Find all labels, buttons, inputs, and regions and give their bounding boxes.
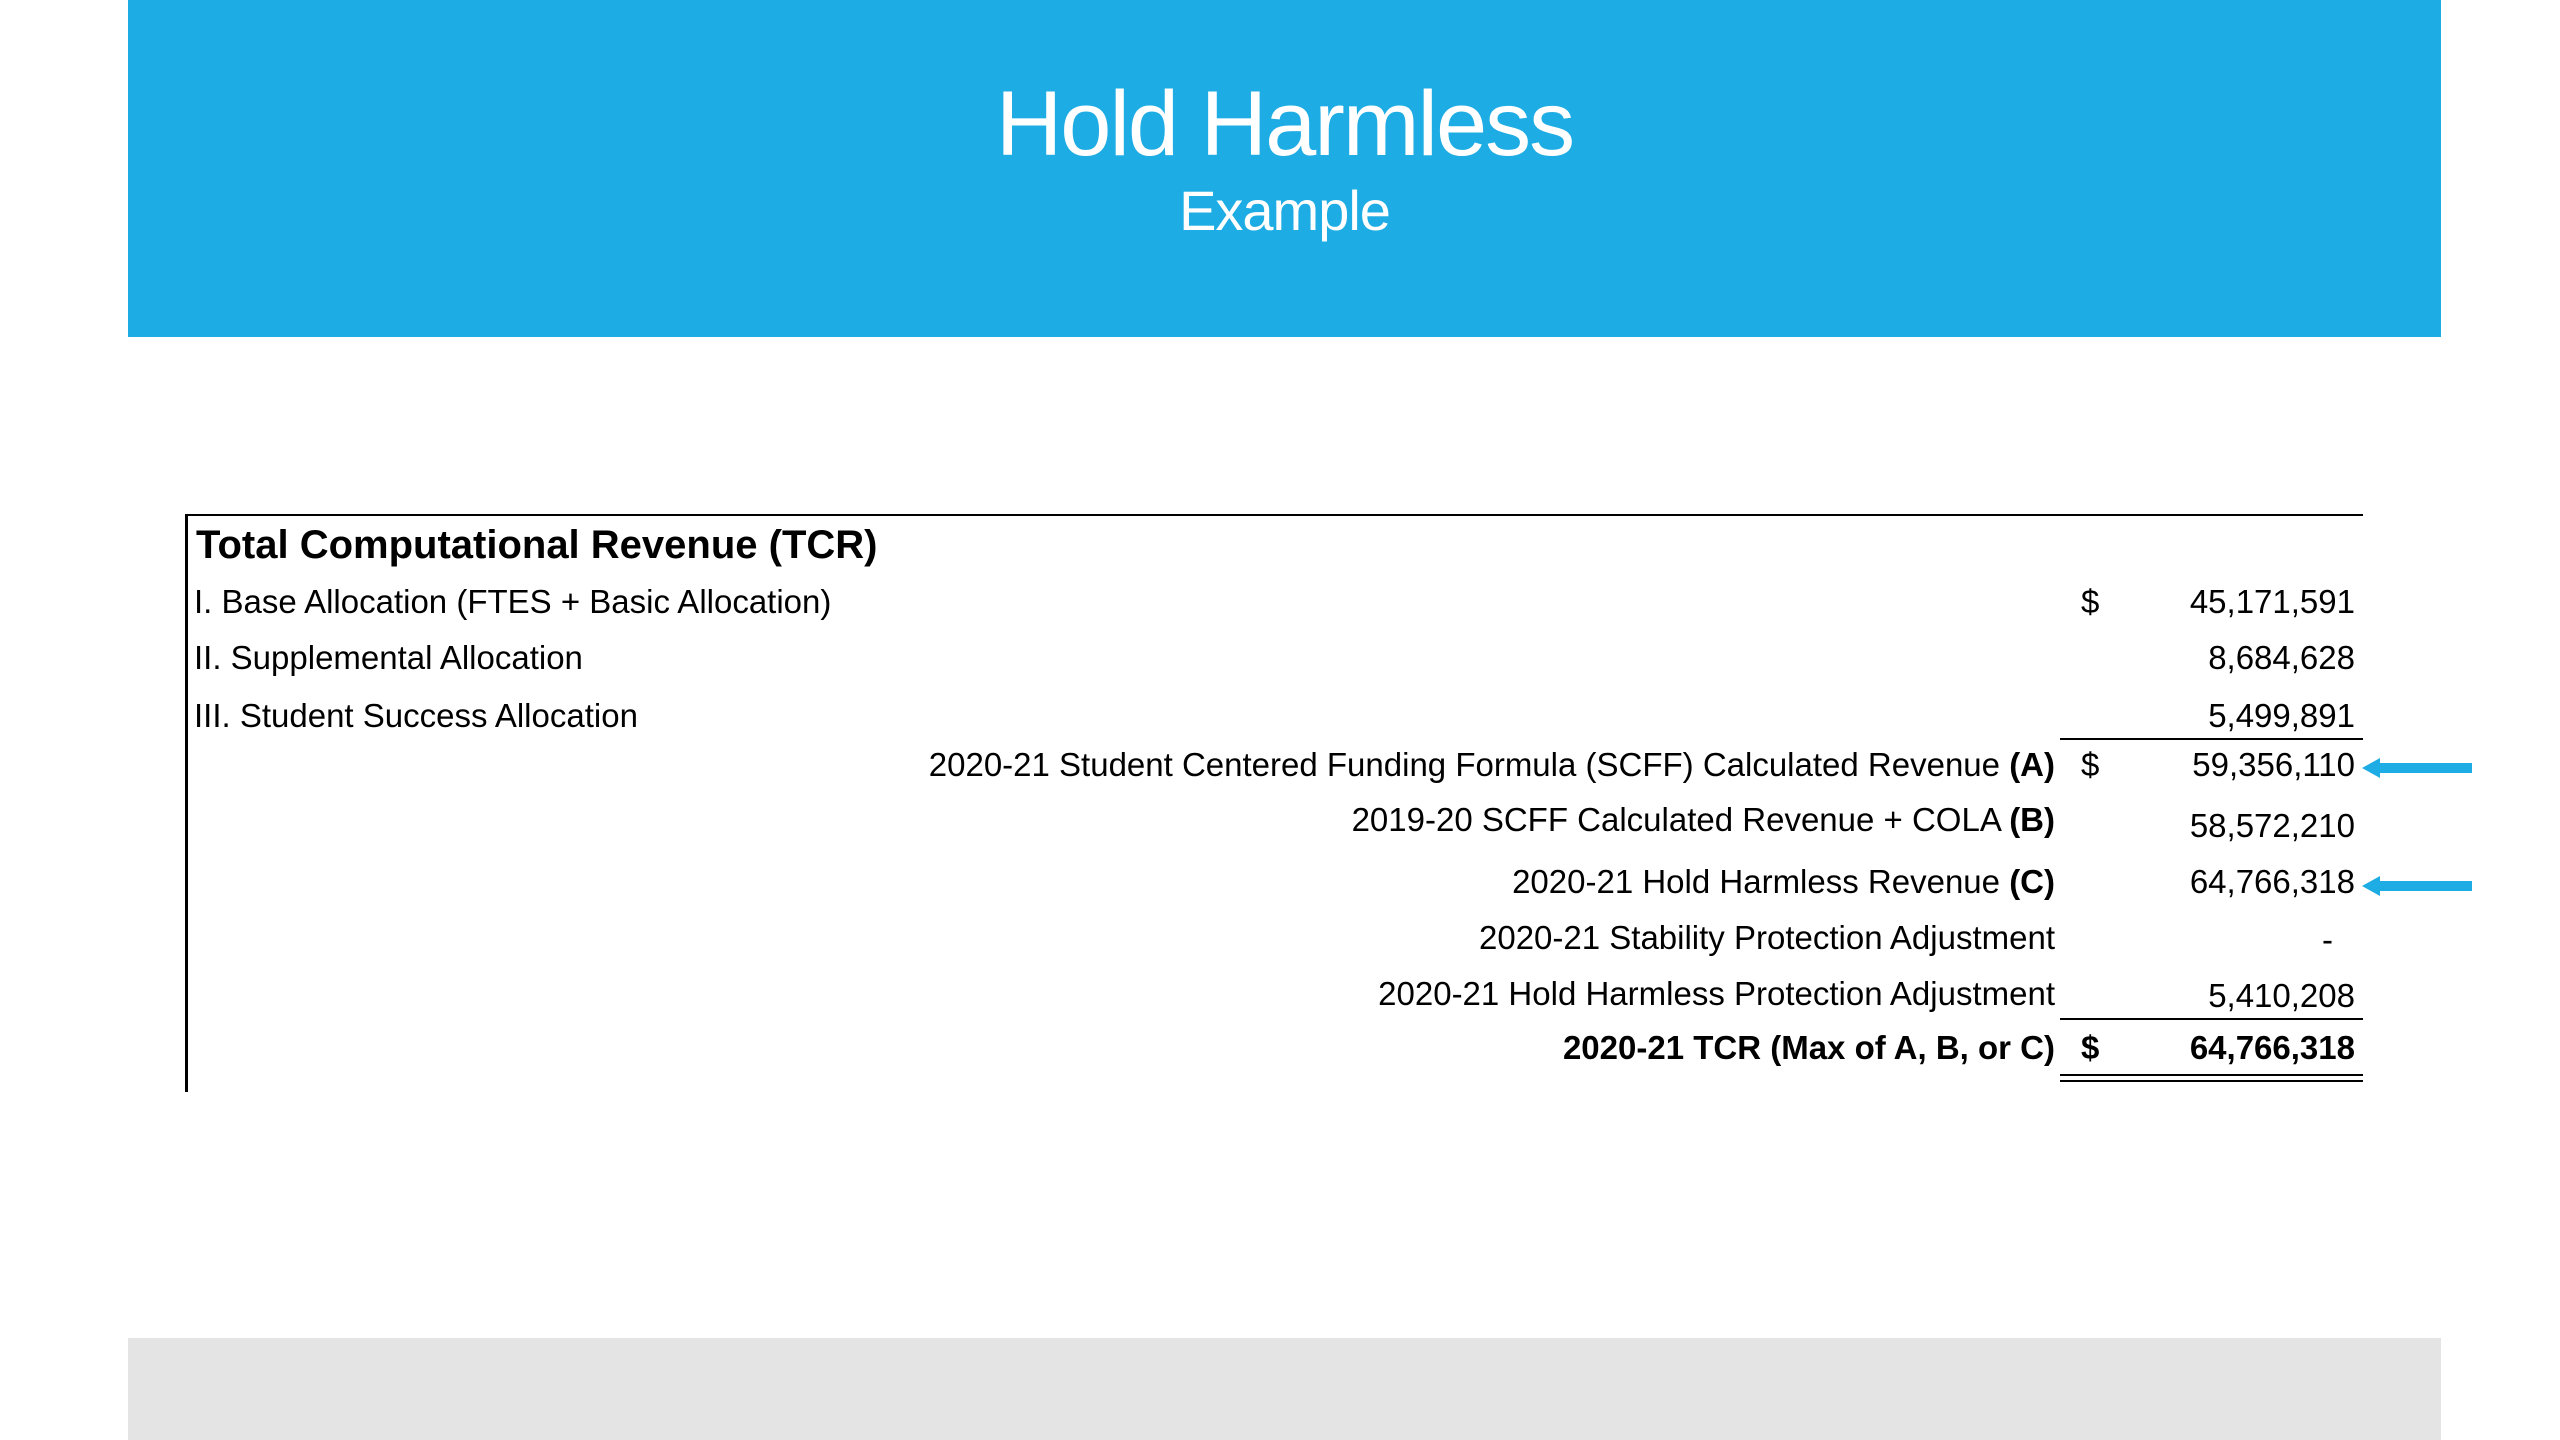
row-protection-adjustment-label: 2020-21 Hold Harmless Protection Adjustm… bbox=[1378, 975, 2055, 1012]
row-prior-year-revenue-value: 58,572,210 bbox=[2189, 807, 2355, 844]
header-banner: Hold Harmless Example bbox=[128, 0, 2441, 337]
row-tcr-total-label: 2020-21 TCR (Max of A, B, or C) bbox=[1562, 1029, 2055, 1066]
arrow-left-icon bbox=[2362, 758, 2472, 778]
row-scff-revenue-label: 2020-21 Student Centered Funding Formula… bbox=[928, 746, 2055, 783]
total-double-underline-2 bbox=[2060, 1080, 2363, 1082]
total-underline bbox=[2060, 1018, 2363, 1020]
row-prior-year-revenue-label: 2019-20 SCFF Calculated Revenue + COLA (… bbox=[1351, 801, 2055, 838]
table-heading: Total Computational Revenue (TCR) bbox=[196, 523, 878, 567]
revenue-table: Total Computational Revenue (TCR) I. Bas… bbox=[185, 514, 2363, 1092]
arrow-left-icon bbox=[2362, 876, 2472, 896]
slide-subtitle: Example bbox=[1179, 179, 1391, 242]
subtotal-underline bbox=[2060, 738, 2363, 740]
slide: Hold Harmless Example Total Computationa… bbox=[0, 0, 2560, 1440]
row-supplemental-allocation-value: 8,684,628 bbox=[2208, 639, 2355, 676]
row-protection-adjustment-value: 5,410,208 bbox=[2208, 977, 2355, 1014]
row-student-success-value: 5,499,891 bbox=[2208, 697, 2355, 734]
row-base-allocation-label: I. Base Allocation (FTES + Basic Allocat… bbox=[194, 583, 832, 620]
table-top-border bbox=[188, 514, 2363, 516]
total-double-underline-1 bbox=[2060, 1074, 2363, 1076]
row-tcr-total-value: 64,766,318 bbox=[2189, 1029, 2355, 1066]
row-stability-adjustment-label: 2020-21 Stability Protection Adjustment bbox=[1478, 919, 2055, 956]
row-scff-revenue-value: 59,356,110 bbox=[2192, 746, 2355, 783]
row-base-allocation-value: 45,171,591 bbox=[2189, 583, 2355, 620]
row-hold-harmless-revenue-label: 2020-21 Hold Harmless Revenue (C) bbox=[1512, 863, 2055, 900]
slide-title: Hold Harmless bbox=[995, 73, 1575, 175]
footer-band bbox=[128, 1338, 2441, 1440]
row-hold-harmless-revenue-value: 64,766,318 bbox=[2189, 863, 2355, 900]
row-stability-adjustment-value: - bbox=[2322, 921, 2333, 958]
row-supplemental-allocation-label: II. Supplemental Allocation bbox=[194, 639, 583, 676]
row-student-success-label: III. Student Success Allocation bbox=[194, 697, 638, 734]
